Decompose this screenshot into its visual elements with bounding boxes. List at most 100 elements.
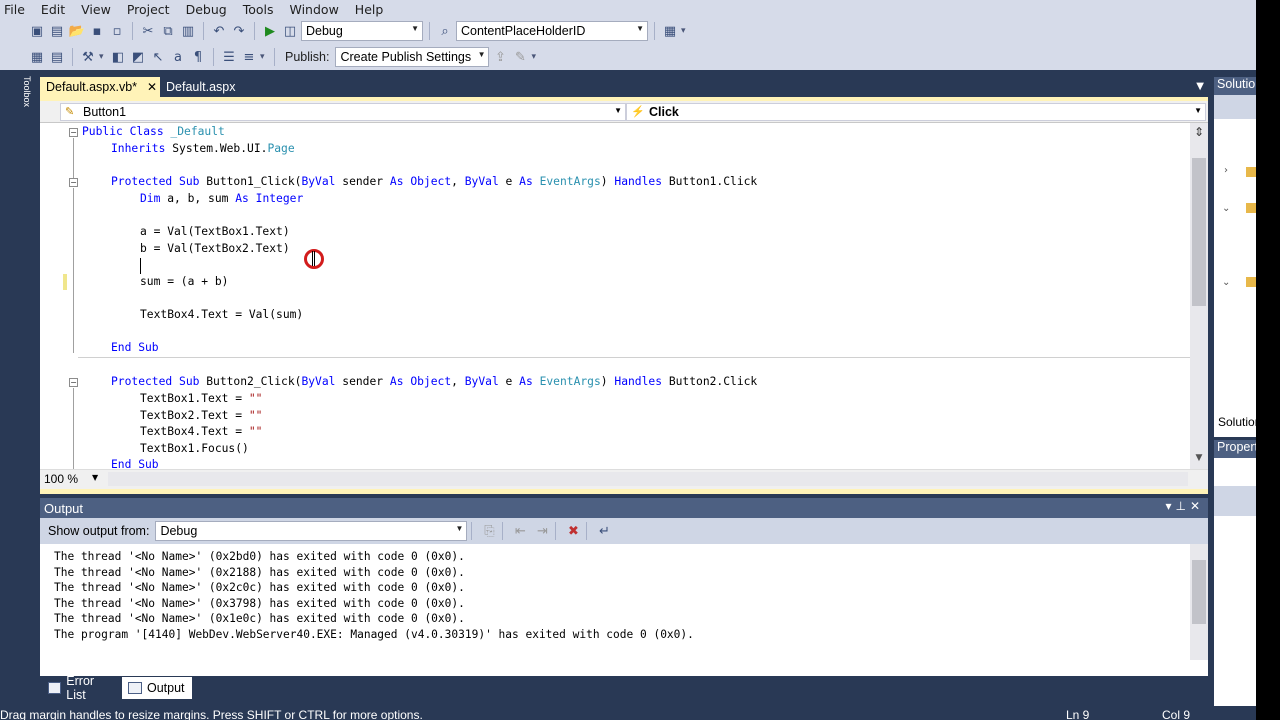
solution-explorer-tree[interactable]: › ⌄ ⌄ (1214, 95, 1256, 437)
tab-label: Error List (66, 674, 95, 702)
copy-icon[interactable]: ⧉ (159, 22, 177, 40)
solution-explorer-icon[interactable]: ▦ (661, 22, 679, 40)
menu-edit[interactable]: Edit (33, 2, 73, 17)
menu-file[interactable]: File (0, 2, 33, 17)
output-source-value: Debug (160, 524, 198, 538)
close-icon[interactable]: ✕ (147, 80, 157, 94)
collapse-icon[interactable]: − (69, 378, 78, 387)
redo-icon[interactable]: ↷ (230, 22, 248, 40)
find-in-files-icon[interactable]: ⌕ (436, 22, 454, 40)
split-handle-icon[interactable]: ⇕ (1190, 125, 1208, 141)
attach-icon[interactable]: ◫ (281, 22, 299, 40)
code-token: Button1_Click( (199, 175, 302, 188)
code-token: ) (600, 175, 615, 188)
tab-output[interactable]: Output (122, 677, 192, 699)
output-line: The thread '<No Name>' (0x2bd0) has exit… (54, 550, 465, 563)
chevron-down-icon[interactable]: ▼ (92, 473, 98, 482)
code-line: sum = (a + b) (140, 275, 229, 288)
dropdown-icon[interactable]: ▾ (1165, 499, 1175, 513)
toolbar-overflow-icon[interactable]: ▾ (99, 52, 107, 62)
tab-default-aspx-vb[interactable]: Default.aspx.vb* ✕ (40, 77, 160, 97)
output-scroll-thumb[interactable] (1192, 560, 1206, 624)
menu-tools[interactable]: Tools (235, 2, 282, 17)
table-icon[interactable]: ▤ (48, 48, 66, 66)
cut-icon[interactable]: ✂ (139, 22, 157, 40)
new-project-icon[interactable]: ▣ (28, 22, 46, 40)
class-view-icon[interactable]: ◩ (129, 48, 147, 66)
editor-horizontal-scrollbar[interactable] (108, 472, 1188, 486)
pin-icon[interactable]: ⊥ (1175, 499, 1189, 513)
code-token: EventArgs (539, 175, 601, 188)
publish-web-icon[interactable]: ⇪ (491, 48, 509, 66)
format-icon[interactable]: ¶ (189, 48, 207, 66)
object-select[interactable]: ✎ Button1 ▼ (60, 103, 626, 121)
solution-explorer-header[interactable]: Solution Explorer (1214, 77, 1256, 95)
output-panel-header: Output ▾⊥✕ (40, 498, 1208, 518)
code-line: End Sub (111, 458, 159, 469)
code-token: As (389, 175, 404, 188)
close-icon[interactable]: ✕ (1190, 499, 1204, 513)
panel-controls[interactable]: ▾⊥✕ (1165, 499, 1204, 513)
previous-message-icon[interactable]: ⇤ (511, 522, 529, 540)
find-combo[interactable]: ContentPlaceHolderID ▼ (456, 21, 648, 41)
solution-configuration-select[interactable]: Debug ▼ (301, 21, 423, 41)
text-caret (140, 258, 141, 274)
editor-scroll-thumb[interactable] (1192, 158, 1206, 306)
editor-gutter[interactable] (40, 123, 68, 469)
next-message-icon[interactable]: ⇥ (533, 522, 551, 540)
save-all-icon[interactable]: ▫ (108, 22, 126, 40)
tab-default-aspx[interactable]: Default.aspx (160, 77, 250, 97)
expand-icon[interactable]: › (1224, 165, 1228, 176)
document-tab-strip: Default.aspx.vb* ✕ Default.aspx ▼ (40, 77, 1208, 97)
code-token: sender (335, 175, 390, 188)
scroll-down-icon[interactable]: ▼ (1190, 453, 1208, 467)
start-debugging-icon[interactable]: ▶ (261, 22, 279, 40)
object-browser-icon[interactable]: ◧ (109, 48, 127, 66)
publish-profile-select[interactable]: Create Publish Settings ▼ (335, 47, 490, 67)
toolbox-side-tab[interactable]: Toolbox (22, 76, 32, 148)
grid-icon[interactable]: ▦ (28, 48, 46, 66)
build-icon[interactable]: ⚒ (79, 48, 97, 66)
code-text-area[interactable]: − − − Public Class _Default Inherits Sys… (68, 123, 1190, 469)
menu-view[interactable]: View (73, 2, 119, 17)
event-select[interactable]: ⚡ Click ▼ (626, 103, 1206, 121)
toolbar-overflow-icon[interactable]: ▾ (681, 26, 689, 36)
spelling-icon[interactable]: a (169, 48, 187, 66)
save-icon[interactable]: ▪ (88, 22, 106, 40)
menu-debug[interactable]: Debug (178, 2, 235, 17)
object-select-value: Button1 (83, 105, 127, 119)
clear-all-icon[interactable]: ✖ (564, 522, 582, 540)
paste-icon[interactable]: ▥ (179, 22, 197, 40)
toolbar-separator (274, 48, 275, 66)
collapse-icon[interactable]: − (69, 128, 78, 137)
output-source-select[interactable]: Debug ▼ (155, 521, 468, 541)
undo-icon[interactable]: ↶ (210, 22, 228, 40)
tab-error-list[interactable]: Error List (42, 674, 120, 702)
comment-icon[interactable]: ☰ (220, 48, 238, 66)
find-message-icon[interactable]: ⎘ (480, 522, 498, 540)
toolbar-overflow-icon[interactable]: ▾ (531, 52, 539, 62)
uncomment-icon[interactable]: ≡ (240, 48, 258, 66)
pointer-icon[interactable]: ↖ (149, 48, 167, 66)
collapse-icon[interactable]: ⌄ (1222, 203, 1230, 214)
menu-project[interactable]: Project (119, 2, 178, 17)
menu-window[interactable]: Window (282, 2, 347, 17)
code-line: TextBox1.Focus() (140, 442, 249, 455)
tab-overflow-icon[interactable]: ▼ (1196, 81, 1204, 92)
publish-settings-icon[interactable]: ✎ (511, 48, 529, 66)
toolbar-overflow-icon[interactable]: ▾ (260, 52, 268, 62)
output-text-area[interactable]: The thread '<No Name>' (0x2bd0) has exit… (40, 544, 1208, 676)
toolbar-separator (654, 22, 655, 40)
open-file-icon[interactable]: 📂 (68, 22, 86, 40)
collapse-icon[interactable]: − (69, 178, 78, 187)
properties-header[interactable]: Properties (1214, 440, 1256, 458)
collapse-icon[interactable]: ⌄ (1222, 277, 1230, 288)
tab-solution-explorer[interactable]: Solution Explorer (1214, 412, 1256, 432)
word-wrap-icon[interactable]: ↵ (595, 522, 613, 540)
standard-toolbar: ▣ ▤ 📂 ▪ ▫ ✂ ⧉ ▥ ↶ ↷ ▶ ◫ Debug ▼ ⌕ Conten… (0, 18, 1256, 44)
add-item-icon[interactable]: ▤ (48, 22, 66, 40)
folder-icon (1246, 277, 1256, 287)
menu-help[interactable]: Help (347, 2, 392, 17)
output-icon (128, 682, 142, 694)
